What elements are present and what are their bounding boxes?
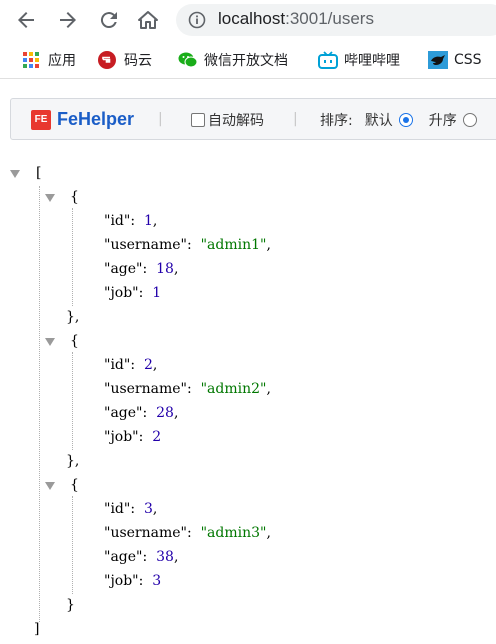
sort-default-label: 默认 [364, 113, 393, 129]
fehelper-badge-icon: FE [31, 109, 51, 130]
json-entry-age: "age": 38, [104, 549, 179, 565]
url-host: localhost [218, 9, 286, 28]
indent-guide [72, 208, 73, 306]
bookmark-wechat-docs[interactable]: 微信开放文档 [178, 50, 288, 70]
json-entry-username: "username": "admin3", [104, 525, 271, 541]
json-entry-id: "id": 2, [104, 357, 158, 373]
toolbar-separator: | [293, 111, 298, 127]
gitee-icon [98, 51, 116, 69]
collapse-toggle-icon[interactable] [10, 170, 20, 178]
json-entry-id: "id": 3, [104, 501, 158, 517]
collapse-toggle-icon[interactable] [45, 338, 55, 346]
url-path: :3001/users [285, 9, 374, 28]
bookmark-css[interactable]: CSS [428, 50, 482, 70]
forward-arrow-icon[interactable] [56, 8, 80, 32]
json-viewer: [ { "id": 1, "username": "admin1", "age"… [0, 160, 496, 644]
bookmark-label: 微信开放文档 [204, 53, 288, 69]
wechat-icon [178, 51, 198, 69]
collapse-toggle-icon[interactable] [45, 482, 55, 490]
indent-guide [39, 186, 40, 622]
address-bar[interactable]: localhost:3001/users [176, 4, 496, 36]
sort-default-radio[interactable] [398, 113, 413, 127]
bookmark-apps[interactable]: 应用 [22, 50, 76, 70]
bookmark-label: 码云 [124, 53, 152, 69]
json-entry-age: "age": 18, [104, 261, 179, 277]
reload-icon[interactable] [97, 8, 121, 32]
checkbox-box[interactable] [191, 113, 205, 127]
json-open-brace: { [70, 189, 79, 205]
json-entry-job: "job": 1 [104, 285, 162, 301]
bookmark-gitee[interactable]: 码云 [98, 50, 152, 70]
json-close-brace: }, [66, 453, 80, 469]
sort-asc-radio[interactable] [462, 113, 477, 127]
sort-label: 排序: [320, 113, 353, 129]
json-close-bracket: ] [34, 621, 40, 637]
json-entry-job: "job": 2 [104, 429, 162, 445]
json-entry-username: "username": "admin2", [104, 381, 271, 397]
json-entry-username: "username": "admin1", [104, 237, 271, 253]
collapse-toggle-icon[interactable] [45, 194, 55, 202]
indent-guide [72, 496, 73, 594]
sort-options: 排序: 默认 升序 [320, 110, 477, 130]
toolbar-separator: | [158, 111, 163, 127]
auto-decode-label: 自动解码 [208, 113, 264, 129]
back-arrow-icon[interactable] [14, 8, 38, 32]
fehelper-toolbar: FE FeHelper | 自动解码 | 排序: 默认 升序 [10, 98, 496, 140]
css-bird-icon [428, 51, 448, 69]
fehelper-title: FeHelper [57, 109, 135, 129]
indent-guide [72, 352, 73, 450]
fehelper-logo[interactable]: FE FeHelper [31, 109, 134, 130]
json-entry-age: "age": 28, [104, 405, 179, 421]
home-icon[interactable] [136, 8, 160, 32]
info-icon[interactable] [188, 11, 206, 29]
bookmark-label: 哔哩哔哩 [344, 53, 400, 69]
json-entry-job: "job": 3 [104, 573, 162, 589]
json-open-brace: { [70, 477, 79, 493]
bookmark-label: 应用 [48, 53, 76, 69]
browser-toolbar: localhost:3001/users [0, 0, 496, 40]
bilibili-icon [318, 51, 338, 69]
sort-asc-label: 升序 [428, 113, 457, 129]
json-open-brace: { [70, 333, 79, 349]
url-text: localhost:3001/users [218, 9, 374, 29]
json-open-bracket: [ [36, 165, 42, 181]
auto-decode-checkbox[interactable]: 自动解码 [191, 110, 264, 130]
apps-grid-icon [22, 51, 40, 69]
json-close-brace: }, [66, 309, 80, 325]
bookmark-bilibili[interactable]: 哔哩哔哩 [318, 50, 400, 70]
bookmarks-bar: 应用 码云 微信开放文档 哔哩哔哩 CSS [0, 42, 496, 79]
json-close-brace: } [66, 597, 75, 613]
bookmark-label: CSS [454, 52, 482, 68]
json-entry-id: "id": 1, [104, 213, 158, 229]
